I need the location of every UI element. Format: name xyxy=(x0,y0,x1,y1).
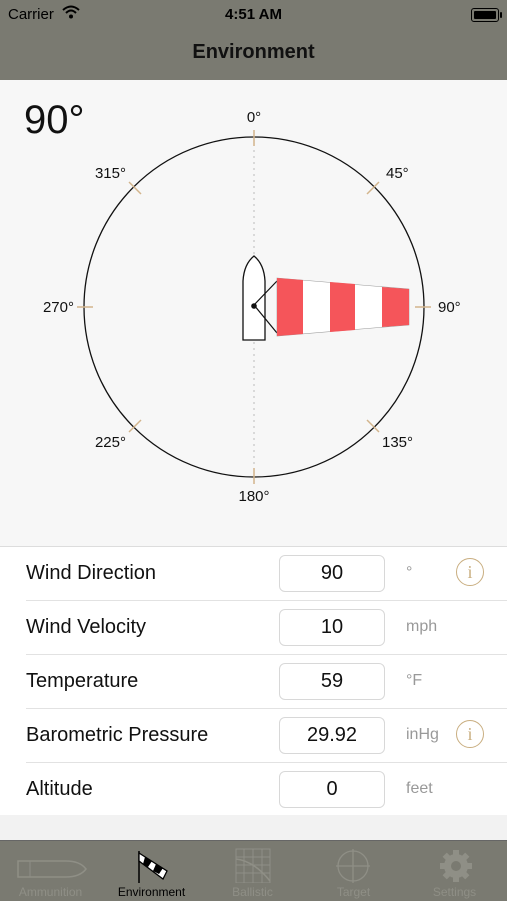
wind-direction-row: Wind Direction 90 ° i xyxy=(0,547,507,601)
gear-icon xyxy=(440,850,472,882)
battery-icon xyxy=(471,8,502,22)
tab-settings[interactable]: Settings xyxy=(404,841,505,901)
tab-label: Environment xyxy=(117,885,186,899)
altitude-label: Altitude xyxy=(26,778,93,800)
label-90: 90° xyxy=(438,299,461,316)
barometric-pressure-label: Barometric Pressure xyxy=(26,724,209,746)
altitude-input[interactable]: 0 xyxy=(279,771,385,808)
status-bar: Carrier 4:51 AM xyxy=(0,0,507,30)
label-270: 270° xyxy=(43,299,74,316)
wind-direction-label: Wind Direction xyxy=(26,562,157,584)
ballistic-chart-icon xyxy=(235,848,271,883)
boat-icon xyxy=(242,255,266,341)
tab-target[interactable]: Target xyxy=(303,841,404,901)
info-icon[interactable]: i xyxy=(456,720,484,748)
info-icon[interactable]: i xyxy=(456,558,484,586)
altitude-row: Altitude 0 feet xyxy=(0,763,507,817)
label-45: 45° xyxy=(386,165,409,182)
wind-velocity-row: Wind Velocity 10 mph xyxy=(0,601,507,655)
temperature-row: Temperature 59 °F xyxy=(0,655,507,709)
wind-direction-input[interactable]: 90 xyxy=(279,555,385,592)
tab-label: Ballistic xyxy=(232,885,273,899)
wind-velocity-unit: mph xyxy=(406,618,438,635)
label-315: 315° xyxy=(95,165,126,182)
bullet-icon xyxy=(17,860,87,878)
temperature-label: Temperature xyxy=(26,670,139,692)
temperature-input[interactable]: 59 xyxy=(279,663,385,700)
tab-ammunition[interactable]: Ammunition xyxy=(0,841,101,901)
barometric-pressure-unit: inHg xyxy=(406,726,439,743)
compass-dial[interactable]: 0° 45° 90° 135° 180° 225° 270° 315° xyxy=(0,80,507,546)
wind-compass[interactable]: 90° 0° 45° 90° 135° 180° 225° 270° 315° xyxy=(0,80,507,546)
label-0: 0° xyxy=(247,109,261,126)
barometric-pressure-input[interactable]: 29.92 xyxy=(279,717,385,754)
navigation-bar: Environment xyxy=(0,30,507,80)
label-180: 180° xyxy=(238,488,269,505)
tab-environment[interactable]: Environment xyxy=(101,841,202,901)
label-135: 135° xyxy=(382,434,413,451)
tab-ballistic[interactable]: Ballistic xyxy=(202,841,303,901)
page-title: Environment xyxy=(192,41,315,63)
status-time: 4:51 AM xyxy=(225,6,282,23)
temperature-unit: °F xyxy=(406,672,423,689)
windsock-icon xyxy=(138,851,168,883)
label-225: 225° xyxy=(95,434,126,451)
wind-velocity-label: Wind Velocity xyxy=(26,616,147,638)
tab-label: Settings xyxy=(432,885,477,899)
tab-label: Target xyxy=(336,885,371,899)
tab-bar: Ammunition Environment Ballistic Target … xyxy=(0,840,507,901)
wind-direction-unit: ° xyxy=(406,564,413,581)
tab-label: Ammunition xyxy=(18,885,83,899)
crosshair-icon xyxy=(336,849,370,883)
altitude-unit: feet xyxy=(406,780,433,797)
environment-form: Wind Direction 90 ° i Wind Velocity 10 m… xyxy=(0,546,507,815)
barometric-pressure-row: Barometric Pressure 29.92 inHg i xyxy=(0,709,507,763)
windsock-icon xyxy=(251,277,410,337)
wind-velocity-input[interactable]: 10 xyxy=(279,609,385,646)
